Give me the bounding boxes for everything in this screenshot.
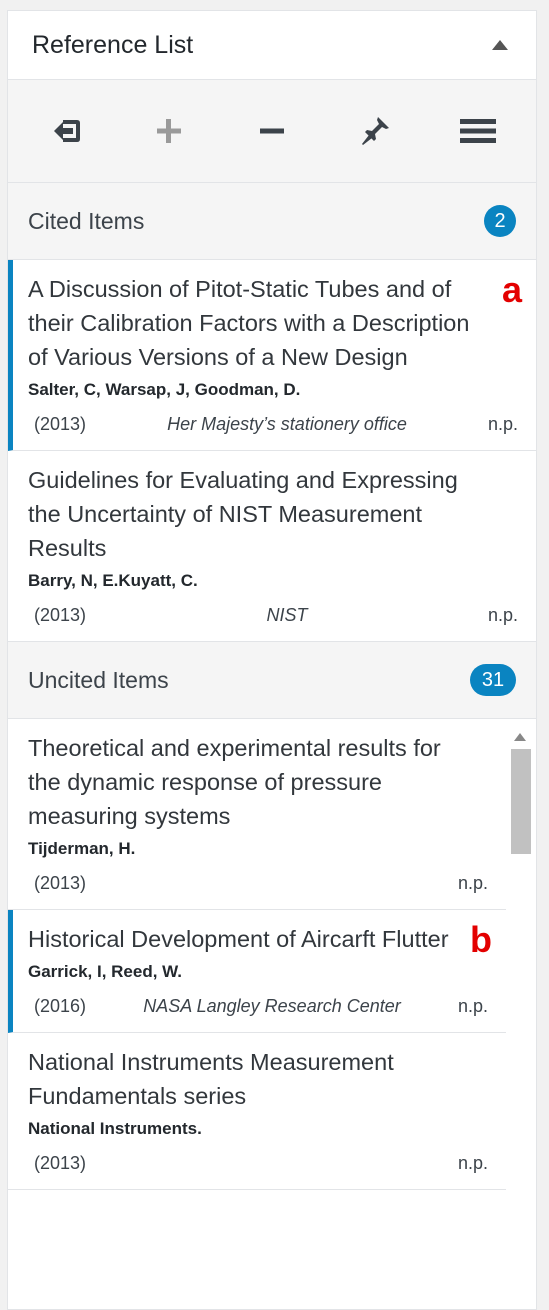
sign-in-icon bbox=[53, 120, 80, 142]
reference-authors: Salter, C, Warsap, J, Goodman, D. bbox=[28, 380, 301, 399]
reference-item[interactable]: Theoretical and experimental results for… bbox=[8, 719, 506, 910]
reference-pages: n.p. bbox=[487, 605, 518, 625]
pin-button[interactable] bbox=[345, 101, 405, 161]
reference-title: Guidelines for Evaluating and Expressing… bbox=[28, 467, 458, 561]
reference-list-panel: Reference List Cited Items 2 A Discussio… bbox=[7, 10, 537, 1310]
pin-icon bbox=[362, 117, 390, 145]
remove-reference-button[interactable] bbox=[242, 101, 302, 161]
scrollbar[interactable] bbox=[506, 719, 536, 1259]
reference-year: (2013) bbox=[34, 605, 87, 625]
reference-authors: Tijderman, H. bbox=[28, 839, 136, 858]
uncited-list[interactable]: Theoretical and experimental results for… bbox=[8, 719, 536, 1259]
count-badge: 2 bbox=[484, 205, 516, 237]
reference-pages: n.p. bbox=[457, 996, 488, 1016]
panel-header[interactable]: Reference List bbox=[8, 11, 536, 80]
reference-pages: n.p. bbox=[457, 873, 488, 893]
reference-year: (2013) bbox=[34, 414, 87, 434]
reference-authors: Barry, N, E.Kuyatt, C. bbox=[28, 571, 198, 590]
reference-year: (2013) bbox=[34, 1153, 87, 1173]
add-reference-button[interactable] bbox=[139, 101, 199, 161]
reference-meta: (2013) Her Majesty’s stationery office n… bbox=[28, 412, 518, 436]
menu-button[interactable] bbox=[448, 101, 508, 161]
reference-authors: Garrick, I, Reed, W. bbox=[28, 962, 183, 981]
panel-title: Reference List bbox=[32, 30, 194, 59]
reference-title: Historical Development of Aircarft Flutt… bbox=[28, 926, 449, 952]
uncited-items-header[interactable]: Uncited Items 31 bbox=[8, 642, 536, 719]
section-title: Cited Items bbox=[28, 207, 145, 234]
insert-citation-button[interactable] bbox=[36, 101, 96, 161]
scroll-up-icon[interactable] bbox=[514, 733, 526, 741]
cited-items-header[interactable]: Cited Items 2 bbox=[8, 183, 536, 260]
reference-meta: (2013) n.p. bbox=[28, 871, 488, 895]
reference-item[interactable]: Historical Development of Aircarft Flutt… bbox=[8, 910, 506, 1033]
reference-year: (2016) bbox=[34, 996, 87, 1016]
annotation-marker: a bbox=[501, 269, 522, 310]
reference-publisher: NASA Langley Research Center bbox=[143, 996, 401, 1016]
reference-item[interactable]: A Discussion of Pitot-Static Tubes and o… bbox=[8, 260, 536, 451]
reference-pages: n.p. bbox=[457, 1153, 488, 1173]
hamburger-icon bbox=[460, 119, 497, 143]
annotation-marker: b bbox=[470, 919, 492, 960]
toolbar bbox=[8, 80, 536, 183]
collapse-toggle-icon[interactable] bbox=[490, 35, 510, 55]
reference-pages: n.p. bbox=[487, 414, 518, 434]
reference-title: Theoretical and experimental results for… bbox=[28, 735, 441, 829]
count-badge: 31 bbox=[470, 664, 516, 696]
reference-meta: (2016) NASA Langley Research Center n.p. bbox=[28, 994, 488, 1018]
reference-item[interactable]: Guidelines for Evaluating and Expressing… bbox=[8, 451, 536, 642]
reference-publisher: Her Majesty’s stationery office bbox=[167, 414, 407, 434]
reference-year: (2013) bbox=[34, 873, 87, 893]
reference-meta: (2013) n.p. bbox=[28, 1151, 488, 1175]
plus-icon bbox=[156, 119, 181, 143]
section-title: Uncited Items bbox=[28, 666, 169, 693]
reference-title: A Discussion of Pitot-Static Tubes and o… bbox=[28, 276, 470, 370]
reference-publisher: NIST bbox=[266, 605, 308, 625]
scroll-thumb[interactable] bbox=[511, 749, 531, 854]
reference-item[interactable]: National Instruments Measurement Fundame… bbox=[8, 1033, 506, 1190]
reference-meta: (2013) NIST n.p. bbox=[28, 603, 518, 627]
minus-icon bbox=[259, 128, 284, 134]
reference-title: National Instruments Measurement Fundame… bbox=[28, 1049, 394, 1109]
reference-authors: National Instruments. bbox=[28, 1119, 202, 1138]
